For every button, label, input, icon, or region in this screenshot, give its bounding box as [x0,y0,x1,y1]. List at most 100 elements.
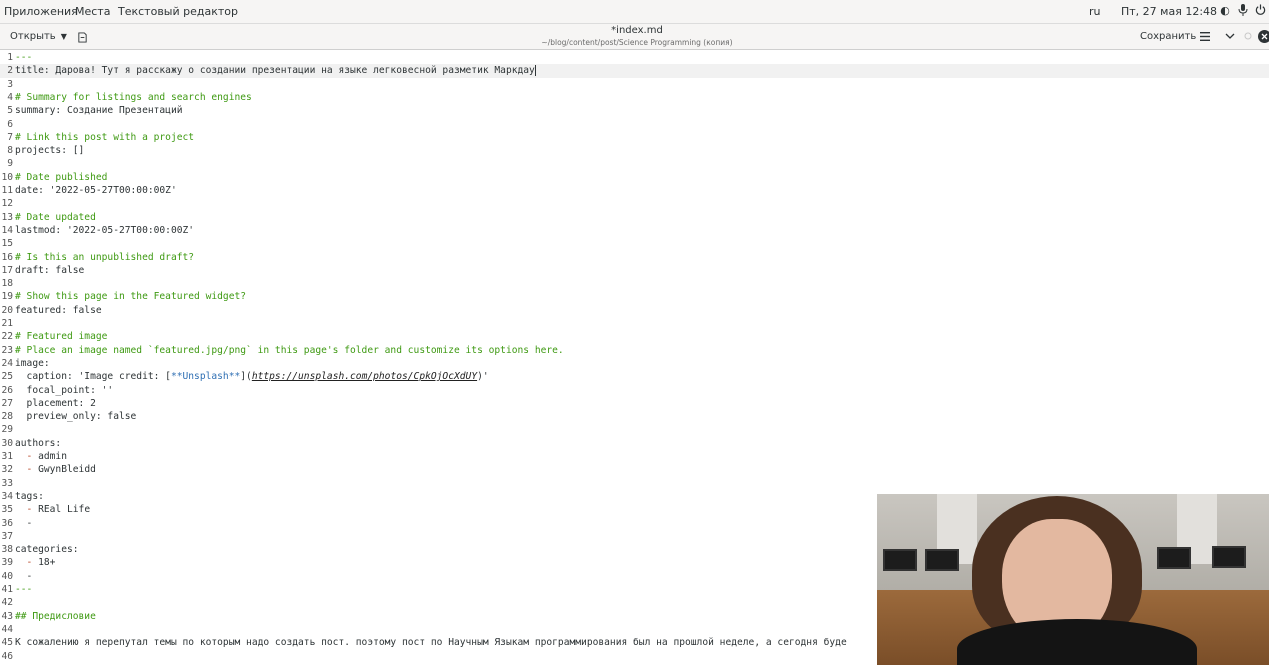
editor-line[interactable]: 22 # Featured image [0,330,1269,343]
editor-line[interactable]: 32 - GwynBleidd [0,463,1269,476]
clock[interactable]: Пт, 27 мая 12:48 [1121,5,1217,18]
webcam-video-overlay [877,494,1269,665]
line-number: 41 [1,584,13,595]
document-path: ~/blog/content/post/Science Programming … [541,38,733,47]
line-text: # Link this post with a project [15,131,194,144]
editor-line[interactable]: 17 draft: false [0,264,1269,277]
editor-line[interactable]: 2 title: Дарова! Тут я расскажу о создани… [0,64,1269,78]
minimize-icon[interactable] [1222,28,1238,44]
code-token: - [15,504,39,516]
line-text: - admin [15,450,67,463]
line-number: 5 [7,105,13,117]
editor-line[interactable]: 19 # Show this page in the Featured widge… [0,290,1269,303]
line-text: caption: 'Image credit: [**Unsplash**](h… [15,370,489,383]
editor-line[interactable]: 9 [0,157,1269,170]
code-token: https://unsplash.com/photos/CpkOjOcXdUY [251,371,478,383]
editor-line[interactable]: 10 # Date published [0,171,1269,184]
editor-line[interactable]: 24 image: [0,357,1269,370]
maximize-icon[interactable] [1240,28,1256,44]
new-document-icon [77,31,87,43]
editor-line[interactable]: 8 projects: [] [0,144,1269,157]
line-text: # Summary for listings and search engine… [15,91,252,104]
code-token: placement: 2 [15,397,96,409]
editor-line[interactable]: 4 # Summary for listings and search engin… [0,91,1269,104]
editor-line[interactable]: 5 summary: Создание Презентаций [0,104,1269,117]
contrast-icon[interactable]: ◐ [1218,4,1232,18]
line-number: 14 [1,224,13,236]
editor-line[interactable]: 1 --- [0,51,1269,64]
line-text: ## Предисловие [15,610,96,623]
editor-line[interactable]: 27 placement: 2 [0,397,1269,410]
line-number: 4 [7,91,13,103]
code-token: caption: 'Image credit: [ [15,371,171,383]
code-token: preview_only: false [15,411,137,423]
new-document-button[interactable] [72,27,92,47]
line-number: 34 [1,490,13,502]
header-bar: Открыть ▼ *index.md ~/blog/content/post/… [0,24,1269,50]
code-token: # Link this post with a project [15,131,195,143]
hamburger-menu-icon[interactable] [1197,28,1213,44]
line-text: categories: [15,543,79,556]
line-number: 8 [7,145,13,157]
editor-line[interactable]: 11 date: '2022-05-27T00:00:00Z' [0,184,1269,197]
code-token: lastmod: '2022-05-27T00:00:00Z' [15,224,195,236]
editor-line[interactable]: 20 featured: false [0,304,1269,317]
editor-line[interactable]: 25 caption: 'Image credit: [**Unsplash**… [0,370,1269,383]
line-number: 2 [7,65,13,77]
editor-line[interactable]: 18 [0,277,1269,290]
open-button[interactable]: Открыть ▼ [4,27,73,47]
code-token: - [15,464,39,476]
line-number: 22 [1,331,13,343]
code-token: - [15,570,33,582]
code-token: tags: [15,490,44,502]
line-number: 31 [1,451,13,462]
editor-line[interactable]: 26 focal_point: '' [0,384,1269,397]
line-text: date: '2022-05-27T00:00:00Z' [15,184,177,197]
applications-menu[interactable]: Приложения [4,5,78,18]
code-token: date: '2022-05-27T00:00:00Z' [15,185,177,196]
line-number: 25 [1,371,13,383]
editor-line[interactable]: 14 lastmod: '2022-05-27T00:00:00Z' [0,224,1269,237]
line-number: 13 [1,211,13,223]
editor-line[interactable]: 12 [0,197,1269,210]
editor-line[interactable]: 31 - admin [0,450,1269,463]
code-token: # Date updated [15,211,96,223]
editor-line[interactable]: 33 [0,477,1269,490]
line-number: 43 [1,610,13,622]
editor-line[interactable]: 23 # Place an image named `featured.jpg/p… [0,344,1269,357]
editor-line[interactable]: 7 # Link this post with a project [0,131,1269,144]
line-number: 36 [1,517,13,529]
code-token: # Place an image named `featured.jpg/png… [15,344,564,356]
code-token: К сожалению я перепутал темы по которым … [15,637,847,649]
app-menu[interactable]: Текстовый редактор [118,5,238,18]
line-number: 27 [1,397,13,409]
keyboard-layout-indicator[interactable]: ru [1089,5,1101,18]
editor-line[interactable]: 28 preview_only: false [0,410,1269,423]
save-button[interactable]: Сохранить [1136,27,1200,47]
places-menu[interactable]: Места [75,5,110,18]
line-text: - 18+ [15,556,56,569]
editor-line[interactable]: 15 [0,237,1269,250]
power-icon[interactable] [1253,4,1267,18]
line-number: 44 [1,623,13,635]
editor-line[interactable]: 30 authors: [0,437,1269,450]
line-number: 26 [1,384,13,396]
line-number: 16 [1,251,13,263]
line-number: 29 [1,424,13,436]
editor-line[interactable]: 29 [0,423,1269,436]
code-token: REal Life [38,504,91,516]
line-text: # Date published [15,171,107,184]
close-icon[interactable] [1256,28,1269,44]
code-token: ]( [240,371,252,383]
editor-line[interactable]: 6 [0,118,1269,131]
editor-line[interactable]: 21 [0,317,1269,330]
line-number: 35 [1,504,13,516]
line-text: focal_point: '' [15,384,114,397]
editor-line[interactable]: 3 [0,78,1269,91]
editor-line[interactable]: 16 # Is this an unpublished draft? [0,251,1269,264]
microphone-icon[interactable] [1236,4,1250,18]
code-token: focal_point: '' [15,384,114,396]
editor-line[interactable]: 13 # Date updated [0,211,1269,224]
line-text: --- [15,583,32,596]
code-token: ## Предисловие [15,610,96,622]
